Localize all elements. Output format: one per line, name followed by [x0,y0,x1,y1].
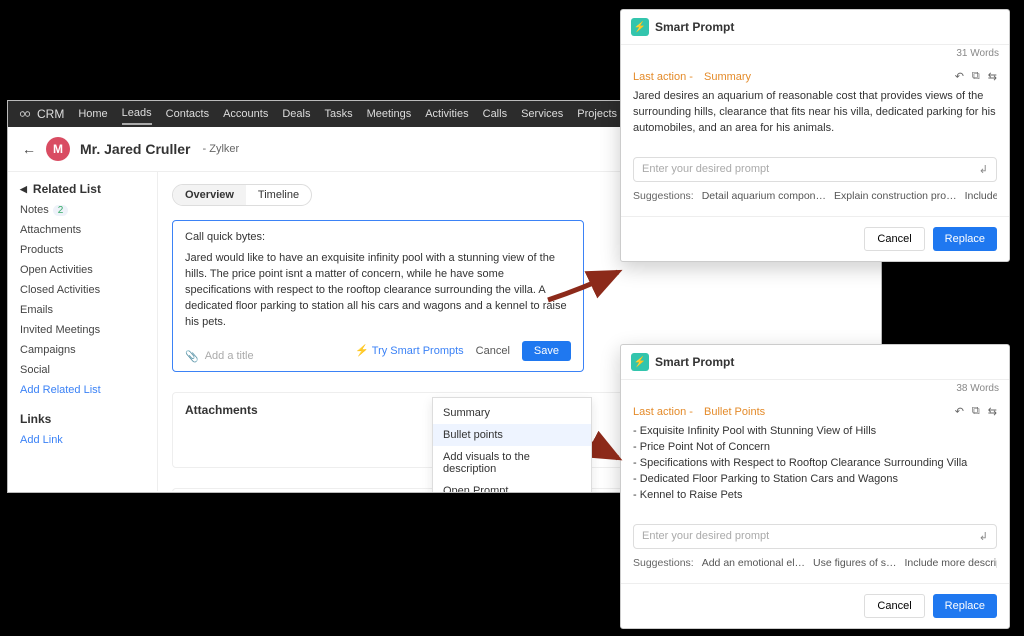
popup1-title: Smart Prompt [655,20,734,34]
sugg-1[interactable]: Detail aquarium compon… [702,190,826,202]
popup1-last-action: Last action - Summary ↶ ⧉ ⇆ [633,70,997,83]
tab-timeline[interactable]: Timeline [246,185,311,205]
nav-calls[interactable]: Calls [483,108,507,120]
bullet-2: Price Point Not of Concern [633,440,997,456]
copy-icon[interactable]: ⧉ [972,70,980,83]
popup1-placeholder: Enter your desired prompt [642,163,979,175]
related-list-title: ◀Related List [20,182,145,196]
popup2-last-action: Last action - Bullet Points ↶ ⧉ ⇆ [633,405,997,418]
nav-tasks[interactable]: Tasks [324,108,352,120]
popup2-prompt-input[interactable]: Enter your desired prompt ↲ [633,524,997,549]
back-arrow-icon[interactable]: ← [22,141,36,157]
undo-icon[interactable]: ↶ [955,70,964,83]
smart-prompt-menu: Summary Bullet points Add visuals to the… [432,397,592,493]
tab-overview[interactable]: Overview [173,185,246,205]
sidebar-item-open-activities[interactable]: Open Activities [20,264,145,276]
popup2-wordcount: 38 Words [621,380,1009,397]
try-smart-prompts-button[interactable]: ⚡Try Smart Prompts [355,344,464,357]
nav-services[interactable]: Services [521,108,563,120]
popup1-suggestions: Suggestions: Detail aquarium compon… Exp… [633,190,997,202]
notes-badge: 2 [53,205,69,216]
smart-prompt-popup-summary: ⚡ Smart Prompt 31 Words Last action - Su… [620,9,1010,262]
nav-home[interactable]: Home [78,108,107,120]
note-save-button[interactable]: Save [522,341,571,361]
menu-summary[interactable]: Summary [433,402,591,424]
app-name: CRM [37,107,64,121]
menu-open-prompt[interactable]: Open Prompt [433,480,591,493]
popup1-wordcount: 31 Words [621,45,1009,62]
sidebar-item-closed-activities[interactable]: Closed Activities [20,284,145,296]
attach-icon[interactable]: 📎 [185,350,199,363]
popup1-header: ⚡ Smart Prompt [621,10,1009,45]
bullet-5: Kennel to Raise Pets [633,488,997,504]
bullet-1: Exquisite Infinity Pool with Stunning Vi… [633,424,997,440]
sidebar-item-products[interactable]: Products [20,244,145,256]
smart-prompt-icon: ⚡ [631,18,649,36]
related-list-sidebar: ◀Related List Notes2 Attachments Product… [8,172,158,491]
adjust-icon[interactable]: ⇆ [988,70,997,83]
avatar-initial: M [53,142,63,156]
sidebar-item-emails[interactable]: Emails [20,304,145,316]
popup1-text: Jared desires an aquarium of reasonable … [633,89,997,137]
sugg-label: Suggestions: [633,190,694,202]
sidebar-item-social[interactable]: Social [20,364,145,376]
undo-icon[interactable]: ↶ [955,405,964,418]
links-title: Links [20,412,145,426]
popup2-cancel-button[interactable]: Cancel [864,594,924,618]
lead-name: Mr. Jared Cruller [80,141,191,157]
popup1-cancel-button[interactable]: Cancel [864,227,924,251]
smart-prompt-icon: ⚡ [631,353,649,371]
sparkle-icon: ⚡ [355,344,369,357]
popup2-header: ⚡ Smart Prompt [621,345,1009,380]
note-call-title: Call quick bytes: [185,231,571,243]
nav-deals[interactable]: Deals [282,108,310,120]
sidebar-item-campaigns[interactable]: Campaigns [20,344,145,356]
sidebar-item-invited-meetings[interactable]: Invited Meetings [20,324,145,336]
sugg-2[interactable]: Explain construction pro… [834,190,957,202]
bullet-4: Dedicated Floor Parking to Station Cars … [633,472,997,488]
sugg-3[interactable]: Include more descriptive la… [905,557,998,569]
note-title-row: 📎 Add a title [185,350,254,363]
popup2-suggestions: Suggestions: Add an emotional el… Use fi… [633,557,997,569]
menu-add-visuals[interactable]: Add visuals to the description [433,446,591,480]
sidebar-item-notes[interactable]: Notes2 [20,204,145,216]
nav-contacts[interactable]: Contacts [166,108,209,120]
note-body-text[interactable]: Jared would like to have an exquisite in… [185,251,571,331]
menu-bullet-points[interactable]: Bullet points [433,424,591,446]
smart-prompt-popup-bullets: ⚡ Smart Prompt 38 Words Last action - Bu… [620,344,1010,629]
sugg-3[interactable]: Include a diag… [965,190,997,202]
add-related-list-link[interactable]: Add Related List [20,384,145,396]
note-editor[interactable]: Call quick bytes: Jared would like to ha… [172,220,584,372]
lead-company: - Zylker [203,143,240,155]
nav-projects[interactable]: Projects [577,108,617,120]
add-link[interactable]: Add Link [20,434,145,446]
send-icon[interactable]: ↲ [979,530,988,543]
nav-accounts[interactable]: Accounts [223,108,268,120]
note-cancel-button[interactable]: Cancel [476,345,510,357]
copy-icon[interactable]: ⧉ [972,405,980,418]
nav-leads[interactable]: Leads [122,107,152,125]
sugg-label: Suggestions: [633,557,694,569]
popup1-prompt-input[interactable]: Enter your desired prompt ↲ [633,157,997,182]
popup2-text: Exquisite Infinity Pool with Stunning Vi… [633,424,997,504]
infinity-icon [18,107,32,121]
send-icon[interactable]: ↲ [979,163,988,176]
adjust-icon[interactable]: ⇆ [988,405,997,418]
popup2-title: Smart Prompt [655,355,734,369]
brand: CRM [18,107,64,121]
nav-meetings[interactable]: Meetings [367,108,412,120]
popup2-placeholder: Enter your desired prompt [642,530,979,542]
avatar: M [46,137,70,161]
sidebar-item-attachments[interactable]: Attachments [20,224,145,236]
sugg-2[interactable]: Use figures of s… [813,557,896,569]
nav-activities[interactable]: Activities [425,108,468,120]
bullet-3: Specifications with Respect to Rooftop C… [633,456,997,472]
sugg-1[interactable]: Add an emotional el… [702,557,805,569]
popup2-replace-button[interactable]: Replace [933,594,997,618]
popup1-replace-button[interactable]: Replace [933,227,997,251]
add-title-placeholder[interactable]: Add a title [205,350,254,362]
tabs: Overview Timeline [172,184,312,206]
